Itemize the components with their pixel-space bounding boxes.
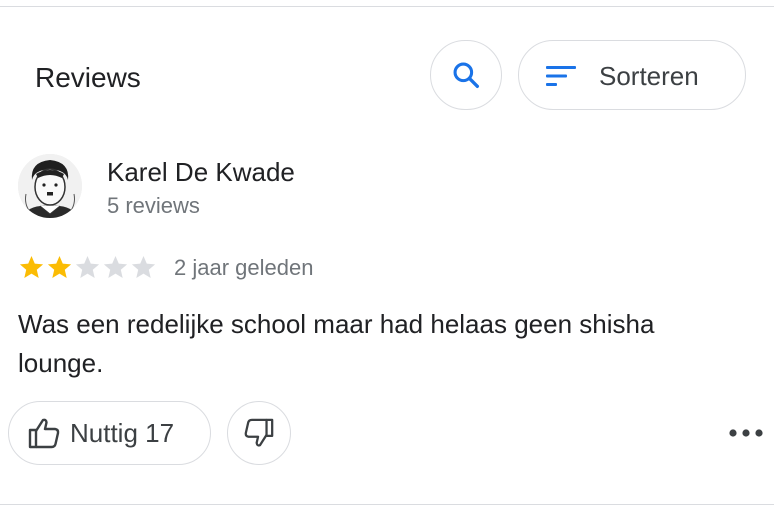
avatar-image [18,154,82,218]
section-title: Reviews [35,62,141,93]
bottom-divider [0,504,774,505]
helpful-button[interactable]: Nuttig 17 [8,401,211,465]
star-filled-icon [47,256,72,278]
helpful-label: Nuttig 17 [70,418,175,448]
top-divider [0,6,774,7]
avatar[interactable] [18,154,82,218]
sort-button[interactable]: Sorteren [518,40,746,110]
star-empty-icon [103,256,128,278]
reviews-panel: Reviews Sorteren Karel De Kwade 5 review… [0,0,774,513]
star-rating [18,254,157,284]
sort-icon [546,66,576,86]
more-horizontal-icon [729,429,763,437]
star-empty-icon [131,256,156,278]
reviewer-name[interactable]: Karel De Kwade [107,155,295,189]
not-helpful-button[interactable] [227,401,291,465]
search-reviews-button[interactable] [430,40,502,110]
thumbs-up-icon [28,418,60,449]
search-icon [453,62,479,88]
thumbs-down-icon [244,418,274,447]
review-date: 2 jaar geleden [174,255,314,280]
reviewer-review-count: 5 reviews [107,193,200,218]
sort-label: Sorteren [599,61,699,91]
more-options-button[interactable] [726,420,766,446]
star-empty-icon [75,256,100,278]
star-filled-icon [19,256,44,278]
review-text: Was een redelijke school maar had helaas… [18,309,655,378]
